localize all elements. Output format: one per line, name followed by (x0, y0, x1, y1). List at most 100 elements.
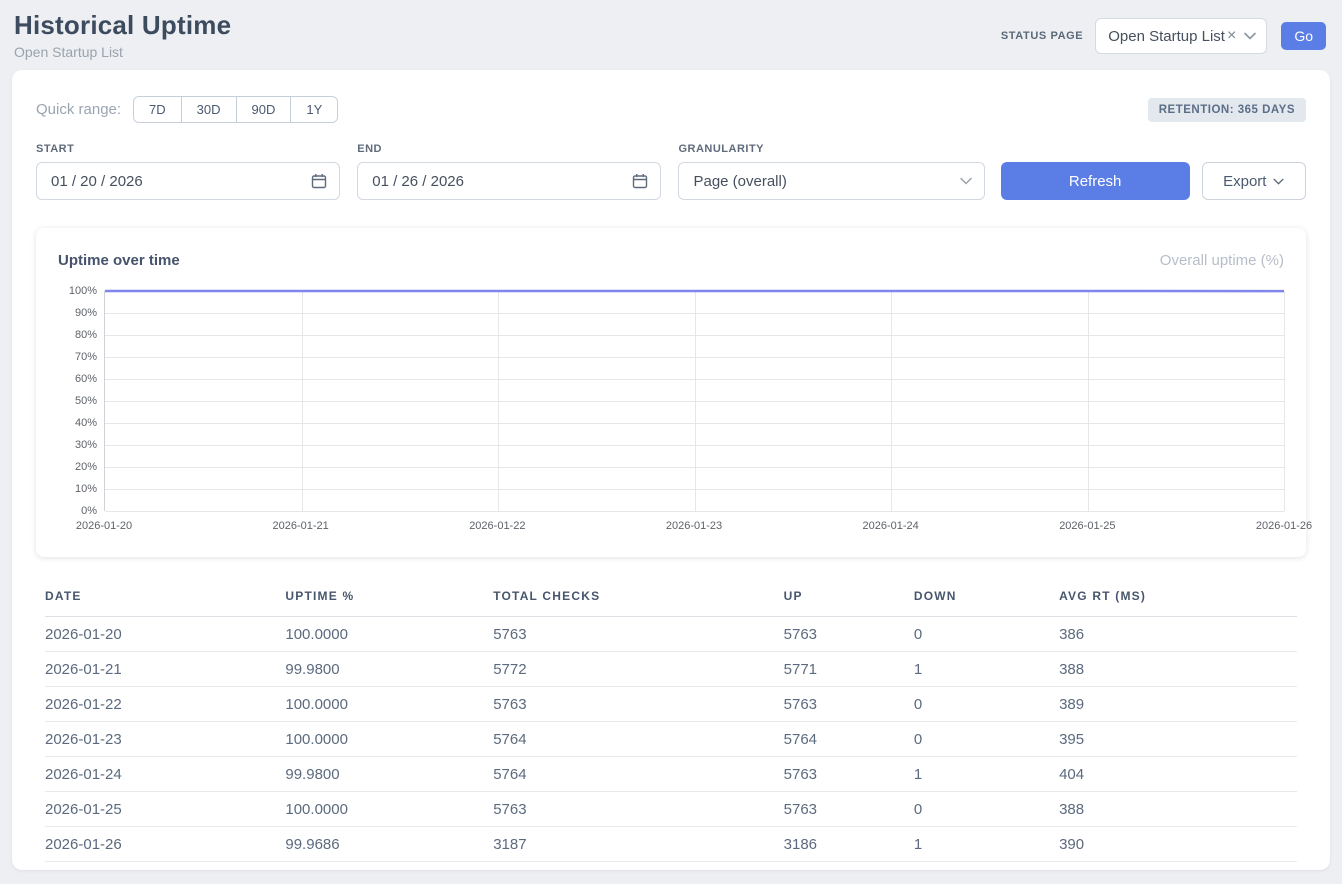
y-axis-tick: 0% (81, 505, 97, 517)
y-axis-tick: 70% (75, 351, 97, 363)
chart-y-axis: 100%90%80%70%60%50%40%30%20%10%0% (58, 291, 104, 511)
table-cell: 388 (1059, 652, 1297, 687)
table-row: 2026-01-25100.0000576357630388 (45, 792, 1297, 827)
calendar-icon[interactable] (311, 173, 327, 189)
table-cell: 100.0000 (285, 617, 493, 652)
table-cell: 2026-01-26 (45, 827, 285, 862)
y-axis-tick: 20% (75, 461, 97, 473)
table-column-header: AVG RT (MS) (1059, 581, 1297, 617)
chart-legend: Overall uptime (%) (1160, 252, 1284, 269)
export-button-label: Export (1223, 173, 1266, 190)
table-cell: 99.9800 (285, 652, 493, 687)
retention-badge: RETENTION: 365 DAYS (1148, 98, 1306, 122)
table-cell: 2026-01-23 (45, 722, 285, 757)
granularity-select[interactable]: Page (overall) (678, 162, 984, 200)
y-axis-tick: 60% (75, 373, 97, 385)
table-cell: 5764 (493, 722, 783, 757)
table-cell: 386 (1059, 617, 1297, 652)
start-date-value: 01 / 20 / 2026 (51, 173, 143, 190)
x-axis-tick: 2026-01-20 (76, 520, 132, 532)
filter-form: START 01 / 20 / 2026 END 01 / 26 / 2026 (36, 143, 1306, 200)
quick-range-group: 7D30D90D1Y (133, 96, 338, 123)
table-cell: 99.9686 (285, 827, 493, 862)
end-date-value: 01 / 26 / 2026 (372, 173, 464, 190)
x-axis-tick: 2026-01-23 (666, 520, 722, 532)
table-header-row: DATEUPTIME %TOTAL CHECKSUPDOWNAVG RT (MS… (45, 581, 1297, 617)
quick-range-row: Quick range: 7D30D90D1Y RETENTION: 365 D… (36, 96, 1306, 123)
table-column-header: UPTIME % (285, 581, 493, 617)
uptime-chart-card: Uptime over time Overall uptime (%) 100%… (36, 228, 1306, 557)
start-date-input[interactable]: 01 / 20 / 2026 (36, 162, 340, 200)
table-cell: 5763 (493, 617, 783, 652)
table-cell: 2026-01-22 (45, 687, 285, 722)
y-axis-tick: 90% (75, 307, 97, 319)
table-column-header: UP (784, 581, 914, 617)
table-row: 2026-01-20100.0000576357630386 (45, 617, 1297, 652)
y-axis-tick: 100% (69, 285, 97, 297)
quick-range-button-30d[interactable]: 30D (181, 97, 236, 122)
title-block: Historical Uptime Open Startup List (14, 10, 231, 60)
x-axis-tick: 2026-01-24 (863, 520, 919, 532)
table-cell: 5772 (493, 652, 783, 687)
uptime-chart: 100%90%80%70%60%50%40%30%20%10%0% 2026-0… (58, 291, 1284, 537)
table-cell: 0 (914, 722, 1059, 757)
table-column-header: DATE (45, 581, 285, 617)
end-date-input[interactable]: 01 / 26 / 2026 (357, 162, 661, 200)
y-axis-tick: 80% (75, 329, 97, 341)
table-cell: 0 (914, 687, 1059, 722)
chart-plot-area (104, 291, 1284, 511)
quick-range-label: Quick range: (36, 101, 121, 118)
table-row: 2026-01-22100.0000576357630389 (45, 687, 1297, 722)
x-axis-tick: 2026-01-25 (1059, 520, 1115, 532)
table-cell: 404 (1059, 757, 1297, 792)
table-cell: 5763 (784, 757, 914, 792)
table-cell: 100.0000 (285, 722, 493, 757)
refresh-button[interactable]: Refresh (1001, 162, 1190, 200)
end-date-field-wrap: END 01 / 26 / 2026 (357, 143, 661, 200)
table-cell: 5771 (784, 652, 914, 687)
quick-range-button-7d[interactable]: 7D (134, 97, 181, 122)
uptime-table: DATEUPTIME %TOTAL CHECKSUPDOWNAVG RT (MS… (45, 581, 1297, 862)
status-page-controls: STATUS PAGE Open Startup List × Go (1001, 18, 1326, 54)
chart-title: Uptime over time (58, 252, 180, 269)
status-page-select[interactable]: Open Startup List × (1095, 18, 1267, 54)
table-cell: 1 (914, 827, 1059, 862)
table-row: 2026-01-2199.9800577257711388 (45, 652, 1297, 687)
chevron-down-icon (1273, 178, 1284, 185)
table-cell: 389 (1059, 687, 1297, 722)
table-row: 2026-01-2499.9800576457631404 (45, 757, 1297, 792)
granularity-value: Page (overall) (693, 173, 786, 190)
table-cell: 2026-01-21 (45, 652, 285, 687)
quick-range-button-90d[interactable]: 90D (236, 97, 291, 122)
table-row: 2026-01-2699.9686318731861390 (45, 827, 1297, 862)
main-card: Quick range: 7D30D90D1Y RETENTION: 365 D… (12, 70, 1330, 870)
table-cell: 388 (1059, 792, 1297, 827)
calendar-icon[interactable] (632, 173, 648, 189)
page-title: Historical Uptime (14, 10, 231, 41)
go-button[interactable]: Go (1281, 22, 1326, 50)
chart-x-axis: 2026-01-202026-01-212026-01-222026-01-23… (104, 511, 1284, 537)
start-date-field-wrap: START 01 / 20 / 2026 (36, 143, 340, 200)
table-cell: 1 (914, 757, 1059, 792)
status-page-label: STATUS PAGE (1001, 30, 1083, 42)
status-page-select-value: Open Startup List (1108, 28, 1225, 45)
page-subtitle: Open Startup List (14, 44, 231, 60)
clear-selection-icon[interactable]: × (1227, 28, 1236, 44)
x-axis-tick: 2026-01-22 (469, 520, 525, 532)
table-column-header: TOTAL CHECKS (493, 581, 783, 617)
table-cell: 100.0000 (285, 687, 493, 722)
x-axis-tick: 2026-01-26 (1256, 520, 1312, 532)
y-axis-tick: 50% (75, 395, 97, 407)
table-cell: 2026-01-24 (45, 757, 285, 792)
gridline-vertical (1284, 291, 1285, 511)
table-row: 2026-01-23100.0000576457640395 (45, 722, 1297, 757)
table-cell: 5764 (784, 722, 914, 757)
end-label: END (357, 143, 661, 155)
table-cell: 5763 (493, 687, 783, 722)
export-button[interactable]: Export (1202, 162, 1306, 200)
chevron-down-icon (1244, 32, 1256, 40)
table-cell: 5763 (784, 687, 914, 722)
quick-range-button-1y[interactable]: 1Y (290, 97, 337, 122)
y-axis-tick: 30% (75, 439, 97, 451)
chevron-down-icon (960, 177, 972, 185)
